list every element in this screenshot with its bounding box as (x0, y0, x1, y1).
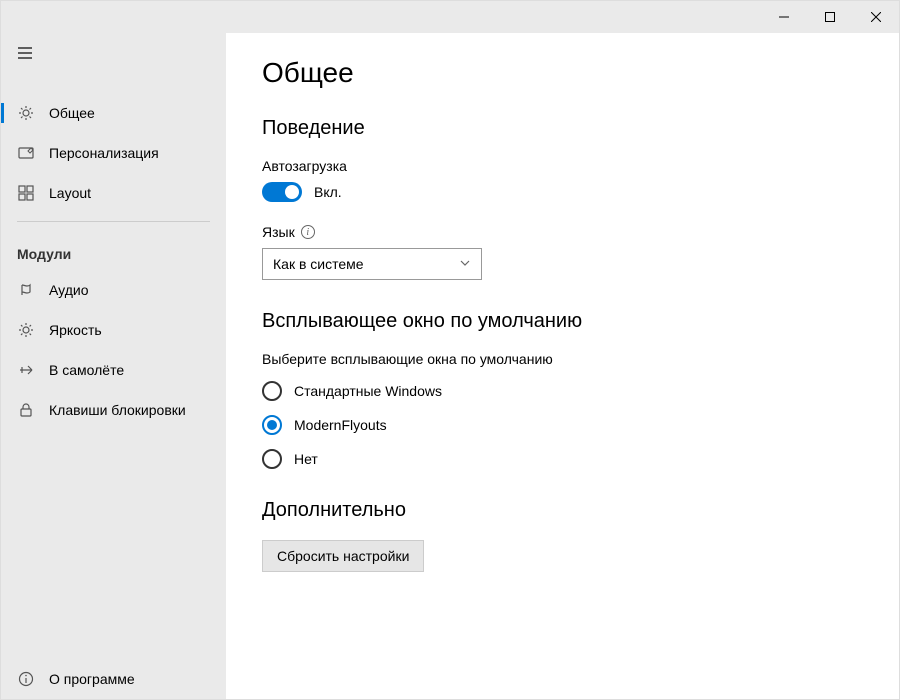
sidebar-item-lockkeys[interactable]: Клавиши блокировки (1, 390, 226, 430)
sidebar-item-brightness[interactable]: Яркость (1, 310, 226, 350)
page-title: Общее (262, 57, 863, 89)
sidebar-item-label: Общее (49, 105, 95, 121)
radio-option-none[interactable]: Нет (262, 449, 863, 469)
hamburger-button[interactable] (1, 33, 226, 73)
close-button[interactable] (853, 1, 899, 33)
radio-label: Стандартные Windows (294, 383, 442, 399)
sidebar-item-label: В самолёте (49, 362, 124, 378)
sidebar-item-label: Персонализация (49, 145, 159, 161)
language-select[interactable]: Как в системе (262, 248, 482, 280)
sidebar-item-label: Layout (49, 185, 91, 201)
audio-icon (17, 281, 35, 299)
section-advanced: Дополнительно Сбросить настройки (262, 499, 863, 572)
radio-icon (262, 381, 282, 401)
radio-label: Нет (294, 451, 318, 467)
radio-label: ModernFlyouts (294, 417, 387, 433)
sidebar-item-label: Аудио (49, 282, 89, 298)
section-title: Дополнительно (262, 499, 863, 522)
autostart-state: Вкл. (314, 184, 342, 200)
sidebar-item-airplane[interactable]: В самолёте (1, 350, 226, 390)
sidebar-item-layout[interactable]: Layout (1, 173, 226, 213)
section-title: Поведение (262, 117, 863, 140)
radio-option-modernflyouts[interactable]: ModernFlyouts (262, 415, 863, 435)
section-default-flyout: Всплывающее окно по умолчанию Выберите в… (262, 310, 863, 469)
autostart-toggle[interactable] (262, 182, 302, 202)
autostart-label: Автозагрузка (262, 158, 863, 174)
lock-icon (17, 401, 35, 419)
info-icon[interactable]: i (301, 225, 315, 239)
chevron-down-icon (459, 256, 471, 272)
maximize-button[interactable] (807, 1, 853, 33)
sidebar: Общее Персонализация Layout Модули Аудио (1, 33, 226, 699)
radio-icon (262, 415, 282, 435)
language-value: Как в системе (273, 256, 364, 272)
info-icon (17, 670, 35, 688)
grid-icon (17, 184, 35, 202)
section-title: Всплывающее окно по умолчанию (262, 310, 863, 333)
airplane-icon (17, 361, 35, 379)
titlebar (1, 1, 899, 33)
reset-button[interactable]: Сбросить настройки (262, 540, 424, 572)
sidebar-item-label: О программе (49, 671, 135, 687)
sidebar-item-general[interactable]: Общее (1, 93, 226, 133)
sidebar-item-personalization[interactable]: Персонализация (1, 133, 226, 173)
radio-option-windows[interactable]: Стандартные Windows (262, 381, 863, 401)
sidebar-item-label: Яркость (49, 322, 102, 338)
radio-icon (262, 449, 282, 469)
nav-divider (17, 221, 210, 222)
flyout-help-text: Выберите всплывающие окна по умолчанию (262, 351, 863, 367)
language-label: Язык i (262, 224, 863, 240)
sidebar-item-audio[interactable]: Аудио (1, 270, 226, 310)
section-behavior: Поведение Автозагрузка Вкл. Язык i Как в… (262, 117, 863, 280)
sidebar-item-label: Клавиши блокировки (49, 402, 186, 418)
content-area: Общее Поведение Автозагрузка Вкл. Язык i… (226, 33, 899, 699)
nav-section-label: Модули (1, 230, 226, 270)
gear-icon (17, 104, 35, 122)
brightness-icon (17, 321, 35, 339)
pencil-icon (17, 144, 35, 162)
sidebar-item-about[interactable]: О программе (1, 659, 226, 699)
minimize-button[interactable] (761, 1, 807, 33)
